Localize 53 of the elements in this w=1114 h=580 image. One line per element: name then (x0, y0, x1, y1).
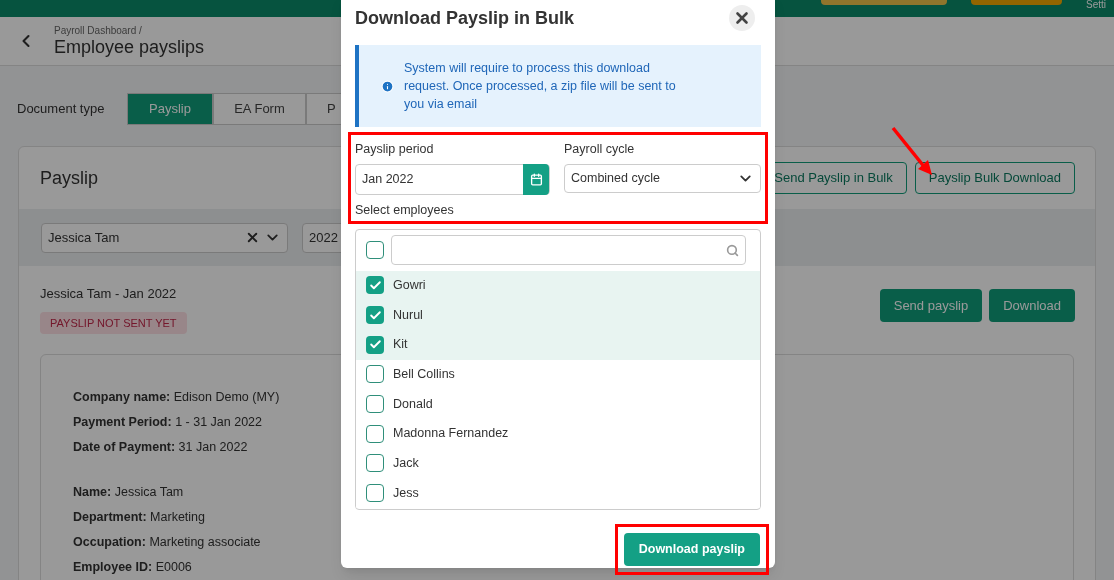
status-badge: PAYSLIP NOT SENT YET (40, 311, 187, 334)
detail-line: Department: Marketing (73, 509, 205, 526)
detail-line: Occupation: Marketing associate (73, 534, 261, 551)
dialog-title: Download Payslip in Bulk (355, 6, 575, 30)
employee-name: Bell Collins (393, 366, 455, 384)
check-icon (368, 308, 382, 322)
cycle-select[interactable]: Combined cycle (564, 163, 761, 193)
payslip-heading: Jessica Tam - Jan 2022 (40, 285, 178, 303)
checkbox[interactable] (366, 306, 384, 325)
employee-name: Jack (393, 455, 419, 473)
employee-select[interactable]: Jessica Tam (41, 222, 288, 253)
employee-option[interactable]: Nurul (356, 300, 760, 330)
employee-name: Gowri (393, 276, 426, 294)
check-icon (368, 278, 382, 292)
close-button[interactable] (729, 5, 755, 31)
checkbox[interactable] (366, 484, 384, 503)
employee-name: Nurul (393, 306, 423, 324)
card-title: Payslip (40, 166, 99, 190)
document-type-label: Document type (17, 100, 106, 119)
checkbox[interactable] (366, 424, 384, 443)
checkbox[interactable] (366, 365, 384, 384)
employee-name: Donald (393, 395, 433, 413)
clear-icon[interactable] (245, 230, 260, 245)
employee-name: Kit (393, 336, 408, 354)
period-field[interactable]: Jan 2022 (355, 163, 550, 195)
employee-name: Jess (393, 484, 419, 502)
select-employees-label: Select employees (355, 201, 455, 219)
search-field[interactable] (391, 235, 746, 265)
detail-line: Date of Payment: 31 Jan 2022 (73, 439, 248, 456)
close-icon (733, 9, 751, 27)
page-title: Employee payslips (54, 36, 205, 58)
calendar-button[interactable] (523, 163, 549, 195)
detail-line: Payment Period: 1 - 31 Jan 2022 (73, 414, 262, 431)
field-label: Payslip period (355, 141, 435, 158)
employee-option[interactable]: Kit (356, 329, 760, 360)
checkbox[interactable] (366, 241, 384, 259)
field-label: Payroll cycle (564, 141, 636, 158)
checkbox[interactable] (366, 276, 384, 295)
outline-button[interactable]: Payslip Bulk Download (914, 162, 1075, 194)
detail-line: Company name: Edison Demo (MY) (73, 389, 280, 406)
checkbox[interactable] (366, 454, 384, 473)
document-tab[interactable]: EA Form (213, 93, 306, 125)
checkbox[interactable] (366, 335, 384, 354)
checkbox[interactable] (366, 395, 384, 414)
employee-option[interactable]: Gowri (356, 270, 760, 301)
detail-line: Name: Jessica Tam (73, 484, 184, 501)
info-text: System will require to process this download request. Once processed, a zip file will be sent to you via email (404, 60, 677, 113)
employee-name: Madonna Fernandez (393, 425, 509, 443)
breadcrumb[interactable]: Payroll Dashboard / (54, 24, 205, 36)
search-icon (726, 243, 739, 257)
detail-line: Employee ID: E0006 (73, 559, 192, 576)
info-icon (381, 79, 394, 93)
calendar-icon (529, 172, 543, 186)
